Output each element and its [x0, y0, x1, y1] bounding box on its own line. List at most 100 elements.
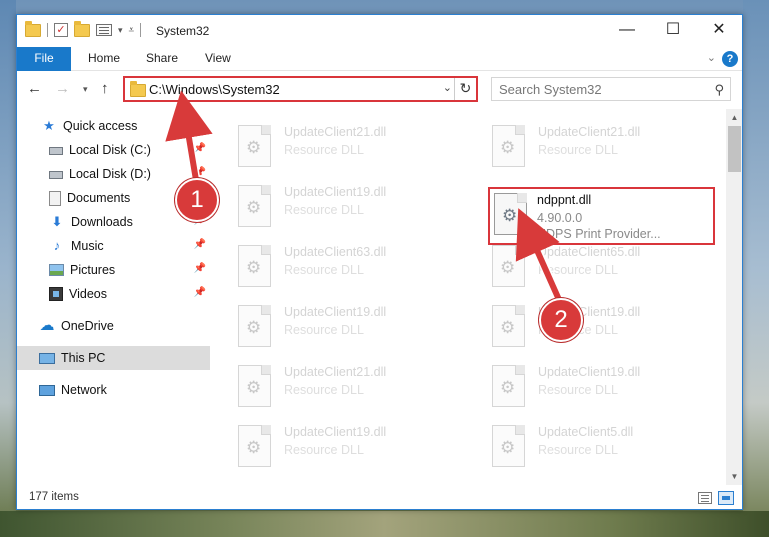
desktop-wallpaper-bottom [0, 511, 769, 537]
sidebar-item-label: Local Disk (C:) [69, 143, 151, 157]
dll-file-icon: ⚙ [492, 305, 525, 347]
minimize-button[interactable]: — [604, 15, 650, 47]
sidebar-item-pictures[interactable]: Pictures 📌 [17, 258, 210, 282]
pin-icon[interactable]: 📌 [194, 143, 206, 154]
file-item[interactable]: ⚙ UpdateClient19.dll Resource DLL [226, 183, 456, 231]
file-name: UpdateClient19.dll [284, 305, 387, 319]
pane-divider[interactable] [210, 109, 211, 485]
sidebar-item-this-pc[interactable]: This PC [17, 346, 210, 370]
scroll-down-icon[interactable]: ▼ [726, 468, 742, 485]
sidebar-item-videos[interactable]: Videos 📌 [17, 282, 210, 306]
gear-icon: ⚙ [246, 198, 262, 217]
file-item[interactable]: ⚙ UpdateClient63.dll Resource DLL [226, 243, 456, 291]
sidebar-item-label: Documents [67, 191, 131, 205]
forward-arrow-icon[interactable]: → [55, 80, 70, 97]
file-type: Resource DLL [284, 203, 364, 217]
file-type: Resource DLL [284, 263, 364, 277]
file-item[interactable]: ⚙ UpdateClient65.dll Resource DLL [480, 243, 710, 291]
recent-locations-icon[interactable]: ▾ [83, 84, 88, 95]
sidebar-item-local-disk-d[interactable]: Local Disk (D:) 📌 [17, 162, 210, 186]
help-icon[interactable]: ? [722, 51, 738, 67]
sidebar-item-label: Network [61, 383, 107, 397]
sidebar-item-quick-access[interactable]: ★ Quick access [17, 114, 210, 138]
close-button[interactable]: ✕ [696, 15, 742, 47]
file-type: Resource DLL [538, 263, 618, 277]
vertical-scrollbar[interactable]: ▲ ▼ [726, 109, 742, 485]
pin-icon[interactable]: 📌 [194, 263, 206, 274]
file-type: Resource DLL [284, 383, 364, 397]
file-item[interactable]: ⚙ UpdateClient19.dll Resource DLL [226, 303, 456, 351]
file-name: UpdateClient21.dll [284, 365, 387, 379]
gear-icon: ⚙ [246, 138, 262, 157]
scroll-thumb[interactable] [728, 126, 741, 172]
search-input[interactable]: Search System32 ⚲ [491, 77, 731, 101]
cloud-icon: ☁ [39, 317, 55, 334]
dll-file-icon: ⚙ [492, 125, 525, 167]
sidebar-item-network[interactable]: Network [17, 378, 210, 402]
sidebar-item-onedrive[interactable]: ☁ OneDrive [17, 314, 210, 338]
dll-file-icon: ⚙ [238, 425, 271, 467]
gear-icon: ⚙ [246, 438, 262, 457]
gear-icon: ⚙ [246, 378, 262, 397]
file-type: Resource DLL [538, 383, 618, 397]
properties-icon[interactable] [96, 24, 112, 36]
new-folder-icon[interactable] [74, 20, 90, 37]
file-name: UpdateClient63.dll [284, 245, 387, 259]
file-name: UpdateClient21.dll [538, 125, 641, 139]
dll-file-icon: ⚙ [492, 425, 525, 467]
customize-toolbar-icon[interactable]: ⩡ [129, 25, 135, 36]
pin-icon[interactable]: 📌 [194, 287, 206, 298]
address-path[interactable]: C:\Windows\System32 [149, 82, 280, 97]
drive-icon [49, 147, 63, 155]
dll-file-icon: ⚙ [238, 185, 271, 227]
dll-file-icon: ⚙ [238, 365, 271, 407]
file-item[interactable]: ⚙ UpdateClient21.dll Resource DLL [226, 363, 456, 411]
sidebar-item-music[interactable]: ♪ Music 📌 [17, 234, 210, 258]
maximize-button[interactable]: ☐ [650, 15, 696, 47]
chevron-down-icon[interactable]: ▾ [118, 25, 123, 36]
tab-home[interactable]: Home [75, 47, 133, 71]
sidebar-item-label: Videos [69, 287, 107, 301]
star-icon: ★ [43, 118, 55, 133]
sidebar-item-local-disk-c[interactable]: Local Disk (C:) 📌 [17, 138, 210, 162]
gear-icon: ⚙ [500, 318, 516, 337]
music-icon: ♪ [53, 238, 61, 253]
refresh-icon[interactable]: ↻ [454, 78, 476, 100]
file-item[interactable]: ⚙ UpdateClient19.dll Resource DLL [226, 423, 456, 471]
pin-icon[interactable]: 📌 [194, 167, 206, 178]
desktop-wallpaper-left [0, 0, 16, 537]
scroll-up-icon[interactable]: ▲ [726, 109, 742, 126]
search-icon[interactable]: ⚲ [714, 82, 724, 98]
address-bar[interactable]: C:\Windows\System32 ⌄ ↻ [123, 76, 478, 102]
file-name: UpdateClient19.dll [284, 185, 387, 199]
tab-share[interactable]: Share [133, 47, 191, 71]
up-arrow-icon[interactable]: ↑ [101, 80, 109, 97]
file-item[interactable]: ⚙ UpdateClient21.dll Resource DLL [480, 123, 710, 171]
dll-file-icon: ⚙ [238, 245, 271, 287]
large-icons-view-icon[interactable] [718, 491, 734, 505]
address-dropdown-icon[interactable]: ⌄ [443, 81, 452, 94]
folder-icon [130, 81, 146, 97]
properties-check-icon[interactable]: ✓ [54, 23, 68, 37]
back-arrow-icon[interactable]: ← [27, 80, 42, 97]
file-name: UpdateClient65.dll [538, 245, 641, 259]
file-item[interactable]: ⚙ UpdateClient19.dll Resource DLL [480, 303, 710, 351]
sidebar-item-label: Local Disk (D:) [69, 167, 151, 181]
pin-icon[interactable]: 📌 [194, 239, 206, 250]
dll-file-icon: ⚙ [238, 305, 271, 347]
tab-view[interactable]: View [192, 47, 244, 71]
sidebar-item-label: This PC [61, 351, 106, 365]
file-item[interactable]: ⚙ UpdateClient19.dll Resource DLL [480, 363, 710, 411]
expand-ribbon-icon[interactable]: ⌄ [707, 51, 716, 64]
highlight-box [488, 187, 715, 245]
file-type: Resource DLL [538, 143, 618, 157]
status-bar: 177 items [17, 485, 742, 509]
file-name: UpdateClient19.dll [284, 425, 387, 439]
details-view-icon[interactable] [698, 492, 712, 504]
gear-icon: ⚙ [246, 318, 262, 337]
step-1-badge: 1 [175, 178, 219, 222]
file-type: Resource DLL [284, 143, 364, 157]
file-item[interactable]: ⚙ UpdateClient21.dll Resource DLL [226, 123, 456, 171]
tab-file[interactable]: File [17, 47, 71, 71]
file-item[interactable]: ⚙ UpdateClient5.dll Resource DLL [480, 423, 710, 471]
